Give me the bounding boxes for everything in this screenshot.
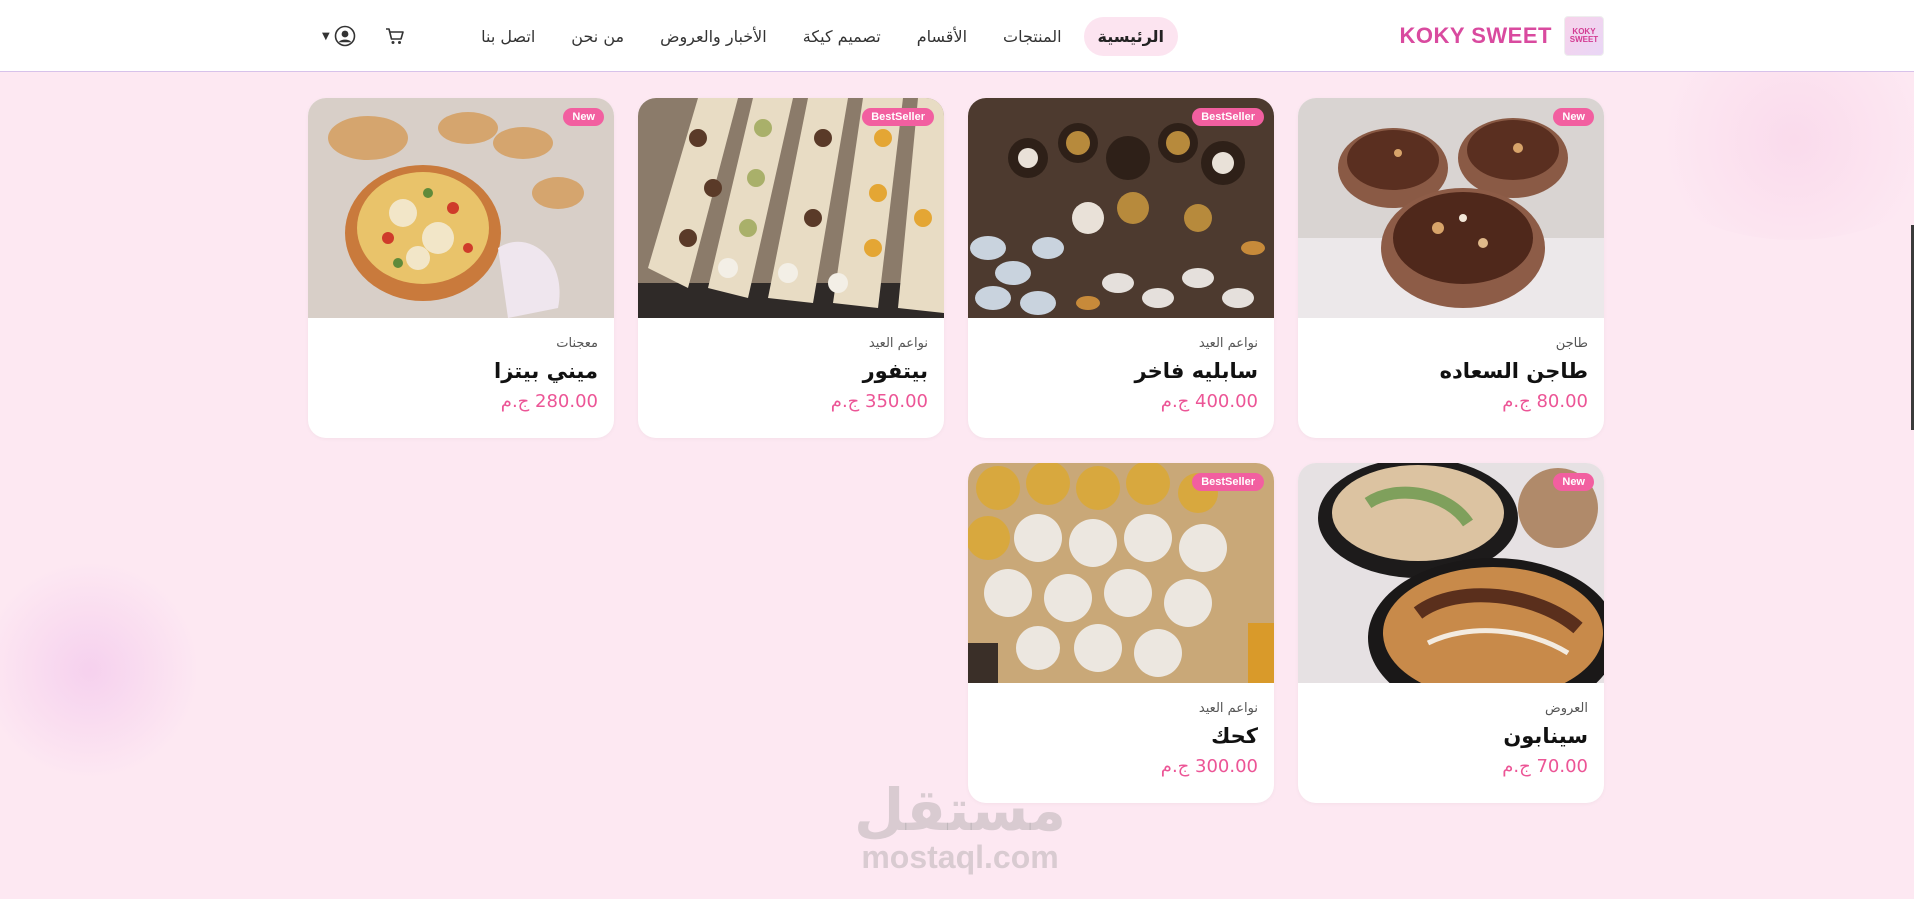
product-image-kahk[interactable]: BestSeller <box>968 463 1274 683</box>
product-price: 80.00 ج.م <box>1502 391 1588 412</box>
cart-icon[interactable] <box>384 25 406 47</box>
product-category: طاجن <box>1555 336 1588 351</box>
product-image-tagine[interactable]: New <box>1298 98 1604 318</box>
product-badge: BestSeller <box>862 108 934 126</box>
product-title[interactable]: ميني بيتزا <box>324 359 598 383</box>
main-nav: الرئيسية المنتجات الأقسام تصميم كيكة الأ… <box>467 16 1179 56</box>
product-category: العروض <box>1544 701 1588 716</box>
product-title[interactable]: سينابون <box>1314 724 1588 748</box>
product-price: 350.00 ج.م <box>830 391 928 412</box>
nav-item-products[interactable]: المنتجات <box>989 17 1076 56</box>
product-price: 400.00 ج.م <box>1160 391 1258 412</box>
user-icon[interactable] <box>334 25 356 47</box>
product-image-mini-pizza[interactable]: New <box>308 98 614 318</box>
product-title[interactable]: كحك <box>984 724 1258 748</box>
nav-item-home[interactable]: الرئيسية <box>1083 16 1179 56</box>
product-price: 70.00 ج.م <box>1502 756 1588 777</box>
product-card[interactable]: BestSeller نواعم العيد سابليه فاخر 400.0… <box>968 98 1274 438</box>
product-title[interactable]: سابليه فاخر <box>984 359 1258 383</box>
watermark: مستقل mostaql.com <box>840 780 1080 874</box>
product-category: نواعم العيد <box>868 336 928 351</box>
header-tools: ▼ <box>322 25 406 47</box>
nav-item-categories[interactable]: الأقسام <box>903 17 981 56</box>
product-image-petit-four[interactable]: BestSeller <box>638 98 944 318</box>
watermark-latin: mostaql.com <box>861 839 1059 875</box>
product-badge: New <box>563 108 604 126</box>
user-menu[interactable]: ▼ <box>322 25 356 47</box>
product-badge: New <box>1553 473 1594 491</box>
product-category: نواعم العيد <box>1198 701 1258 716</box>
background-glow <box>0 560 200 780</box>
product-category: نواعم العيد <box>1198 336 1258 351</box>
brand-name[interactable]: KOKY SWEET <box>1399 23 1552 49</box>
product-card[interactable]: BestSeller نواعم العيد كحك 300.00 ج.م <box>968 463 1274 803</box>
product-title[interactable]: بيتفور <box>654 359 928 383</box>
product-category: معجنات <box>556 336 598 351</box>
product-badge: BestSeller <box>1192 108 1264 126</box>
product-card[interactable]: BestSeller نواعم العيد بيتفور 350.00 ج.م <box>638 98 944 438</box>
brand-logo[interactable]: KOKY SWEET <box>1563 16 1604 56</box>
product-price: 280.00 ج.م <box>500 391 598 412</box>
caret-down-icon[interactable]: ▼ <box>322 31 330 42</box>
product-badge: New <box>1553 108 1594 126</box>
product-card[interactable]: New العروض سينابون 70.00 ج.م <box>1298 463 1604 803</box>
site-header: KOKY SWEET KOKY SWEET الرئيسية المنتجات … <box>0 0 1914 72</box>
product-badge: BestSeller <box>1192 473 1264 491</box>
watermark-arabic: مستقل <box>853 776 1067 844</box>
product-card[interactable]: New معجنات ميني بيتزا 280.00 ج.م <box>308 98 614 438</box>
brand[interactable]: KOKY SWEET KOKY SWEET <box>1399 16 1604 56</box>
product-price: 300.00 ج.م <box>1160 756 1258 777</box>
nav-item-about[interactable]: من نحن <box>557 17 638 56</box>
product-image-cinnabon[interactable]: New <box>1298 463 1604 683</box>
nav-item-cake-design[interactable]: تصميم كيكة <box>789 17 895 56</box>
product-image-sable[interactable]: BestSeller <box>968 98 1274 318</box>
nav-item-contact[interactable]: اتصل بنا <box>467 17 549 56</box>
product-title[interactable]: طاجن السعاده <box>1314 359 1588 383</box>
product-card[interactable]: New طاجن طاجن السعاده 80.00 ج.م <box>1298 98 1604 438</box>
nav-item-news-offers[interactable]: الأخبار والعروض <box>646 17 781 56</box>
